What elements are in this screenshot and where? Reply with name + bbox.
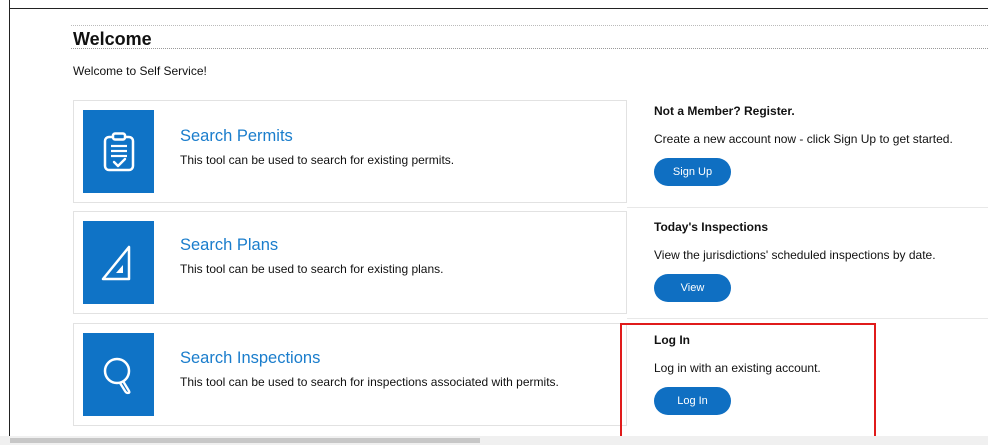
inspections-section: Today's Inspections View the jurisdictio…	[654, 220, 988, 302]
clipboard-check-icon	[103, 131, 134, 171]
search-plans-icon-tile[interactable]	[83, 221, 154, 304]
scrollbar-thumb[interactable]	[10, 438, 480, 443]
login-highlight-box	[620, 323, 876, 438]
search-plans-description: This tool can be used to search for exis…	[180, 262, 444, 276]
magnifier-icon	[103, 357, 130, 394]
sidebar-divider	[627, 318, 988, 319]
window-left-border	[9, 0, 10, 445]
search-inspections-description: This tool can be used to search for insp…	[180, 375, 559, 389]
register-title: Not a Member? Register.	[654, 104, 795, 118]
view-inspections-button[interactable]: View	[654, 274, 731, 302]
inspections-title: Today's Inspections	[654, 220, 768, 234]
search-inspections-link[interactable]: Search Inspections	[180, 349, 320, 368]
search-permits-description: This tool can be used to search for exis…	[180, 153, 455, 167]
welcome-message: Welcome to Self Service!	[73, 64, 207, 78]
search-plans-link[interactable]: Search Plans	[180, 236, 278, 255]
sign-up-button[interactable]: Sign Up	[654, 158, 731, 186]
search-permits-link[interactable]: Search Permits	[180, 127, 293, 146]
register-description: Create a new account now - click Sign Up…	[654, 132, 953, 146]
page-title: Welcome	[73, 29, 152, 49]
search-inspections-card[interactable]: Search Inspections This tool can be used…	[73, 323, 627, 426]
inspections-description: View the jurisdictions' scheduled inspec…	[654, 248, 936, 262]
horizontal-scrollbar[interactable]	[0, 436, 988, 445]
sidebar-divider	[627, 207, 988, 208]
title-divider	[71, 48, 988, 49]
register-section: Not a Member? Register. Create a new acc…	[654, 104, 988, 186]
window-top-border	[9, 8, 988, 9]
title-top-divider	[71, 25, 988, 26]
search-inspections-icon-tile[interactable]	[83, 333, 154, 416]
search-permits-card[interactable]: Search Permits This tool can be used to …	[73, 100, 627, 203]
triangle-ruler-icon	[101, 245, 130, 280]
search-plans-card[interactable]: Search Plans This tool can be used to se…	[73, 211, 627, 314]
search-permits-icon-tile[interactable]	[83, 110, 154, 193]
